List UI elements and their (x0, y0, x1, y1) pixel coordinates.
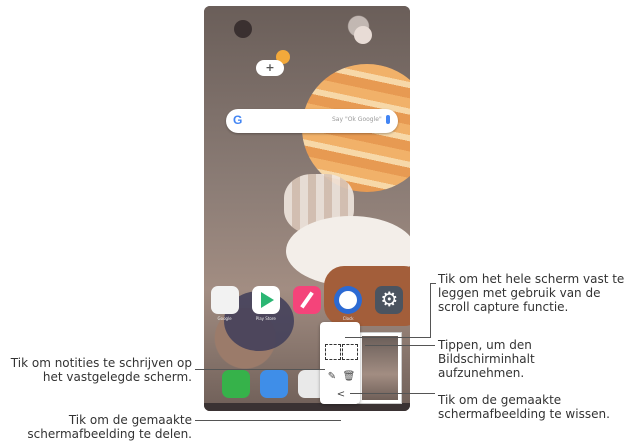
callout-line (195, 420, 341, 421)
messages-icon[interactable] (260, 370, 288, 398)
callout-line (345, 337, 431, 338)
app-label: Play Store (255, 316, 276, 321)
capture-panel: ✎ 🗑 < (320, 322, 402, 404)
notes-icon[interactable] (292, 286, 321, 314)
navigation-bar[interactable] (204, 403, 410, 411)
settings-icon[interactable]: ⚙ (375, 286, 404, 314)
callout-delete: Tik om de gemaakte schermafbeelding te w… (438, 393, 610, 421)
app-row: Google Play Store Clock ⚙ (204, 286, 410, 321)
callout-line (430, 283, 436, 284)
phone-icon[interactable] (222, 370, 250, 398)
trash-icon[interactable]: 🗑 (342, 370, 356, 384)
google-logo-icon: G (233, 113, 243, 127)
search-placeholder: Say "Ok Google" (332, 116, 382, 123)
wallpaper-orb (354, 26, 372, 44)
share-icon[interactable]: < (334, 388, 348, 402)
play-store-icon[interactable]: Play Store (251, 286, 280, 321)
pen-icon[interactable]: ✎ (325, 370, 339, 384)
callout-partial-capture: Tippen, um den Bildschirminhalt aufzuneh… (438, 338, 535, 380)
app-label: Clock (342, 316, 354, 321)
microphone-icon[interactable] (386, 115, 390, 124)
partial-capture-icon[interactable] (342, 344, 358, 360)
full-capture-icon[interactable] (325, 344, 341, 360)
capture-toolbar: ✎ 🗑 < (320, 322, 360, 404)
google-search-bar[interactable]: G Say "Ok Google" (226, 109, 398, 133)
phone-screen: + G Say "Ok Google" Google Play Store Cl… (204, 6, 410, 411)
tools-folder-icon[interactable]: Google (210, 286, 239, 321)
callout-line (350, 393, 435, 394)
callout-share: Tik om de gemaakte schermafbeelding te d… (27, 413, 192, 441)
callout-full-capture: Tik om het hele scherm vast te leggen me… (438, 272, 625, 314)
clock-icon[interactable]: Clock (334, 286, 363, 321)
callout-write-notes: Tik om notities te schrijven op het vast… (10, 356, 192, 384)
app-label: Google (217, 316, 232, 321)
callout-line (365, 345, 435, 346)
weather-widget[interactable]: + (252, 50, 292, 78)
callout-line (430, 283, 431, 337)
callout-line (195, 369, 325, 370)
cloud-icon: + (256, 60, 284, 76)
wallpaper-orb (234, 20, 252, 38)
